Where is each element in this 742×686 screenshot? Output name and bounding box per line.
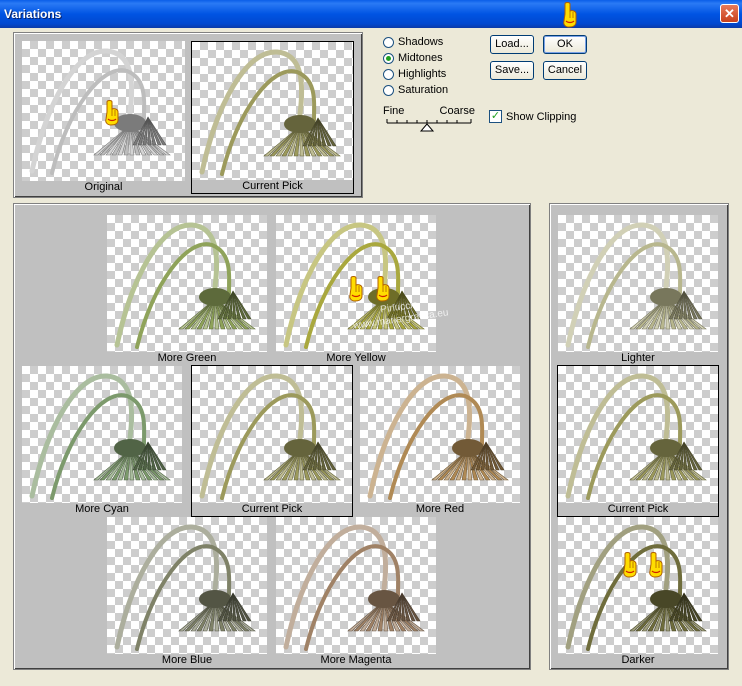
window-title: Variations [4, 7, 62, 21]
title-bar: Variations ✕ [0, 0, 742, 28]
radio-saturation[interactable]: Saturation [383, 82, 448, 98]
flower-image [565, 222, 707, 349]
more-red-caption: More Red [360, 503, 520, 516]
flower-image [114, 222, 256, 349]
more-cyan-caption: More Cyan [22, 503, 182, 516]
current-pick-caption-center: Current Pick [192, 503, 352, 516]
more-green-caption: More Green [107, 352, 267, 365]
fine-coarse-slider[interactable]: Fine Coarse [383, 105, 475, 133]
pointing-hand-icon [349, 276, 363, 302]
cancel-button[interactable]: Cancel [543, 61, 587, 80]
radio-indicator[interactable] [383, 84, 394, 96]
flower-image [367, 373, 509, 500]
flower-image [199, 49, 341, 176]
more-magenta-thumb[interactable]: More Magenta [276, 517, 436, 667]
radio-indicator[interactable] [383, 52, 394, 64]
radio-label: Midtones [398, 52, 443, 64]
close-icon: ✕ [724, 6, 735, 21]
pointing-hand-icon [623, 552, 637, 578]
flower-image [283, 524, 425, 651]
more-magenta-caption: More Magenta [276, 654, 436, 667]
flower-image [114, 524, 256, 651]
radio-indicator[interactable] [383, 36, 394, 48]
pointing-hand-icon [649, 552, 663, 578]
ok-button[interactable]: OK [543, 35, 587, 54]
radio-label: Highlights [398, 68, 447, 80]
save-button[interactable]: Save... [490, 61, 534, 80]
show-clipping-label: Show Clipping [506, 110, 577, 123]
current-pick-thumb-top: Current Pick [191, 41, 354, 194]
more-green-thumb[interactable]: More Green [107, 215, 267, 365]
show-clipping-checkbox[interactable]: ✓ Show Clipping [489, 110, 576, 123]
current-pick-caption-right: Current Pick [558, 503, 718, 516]
radio-shadows[interactable]: Shadows [383, 34, 443, 50]
slider-thumb [419, 123, 435, 132]
pointing-hand-icon [563, 2, 577, 28]
flower-image [29, 373, 171, 500]
lighter-caption: Lighter [558, 352, 718, 365]
more-blue-thumb[interactable]: More Blue [107, 517, 267, 667]
darker-caption: Darker [558, 654, 718, 667]
more-yellow-caption: More Yellow [276, 352, 436, 365]
pointing-hand-icon [376, 276, 390, 302]
radio-label: Shadows [398, 36, 444, 48]
close-button[interactable]: ✕ [720, 4, 739, 23]
flower-image [565, 524, 707, 651]
current-pick-caption-top: Current Pick [192, 180, 353, 193]
pointing-hand-icon [105, 100, 119, 126]
radio-highlights[interactable]: Highlights [383, 66, 446, 82]
more-cyan-thumb[interactable]: More Cyan [22, 366, 182, 516]
lighter-thumb[interactable]: Lighter [558, 215, 718, 365]
load-button[interactable]: Load... [490, 35, 534, 54]
flower-image [199, 373, 341, 500]
current-pick-thumb-right: Current Pick [557, 365, 719, 517]
original-caption: Original [22, 181, 185, 194]
darker-thumb[interactable]: Darker [558, 517, 718, 667]
radio-indicator[interactable] [383, 68, 394, 80]
flower-image [565, 373, 707, 500]
slider-track[interactable] [383, 105, 475, 133]
radio-label: Saturation [398, 84, 449, 96]
current-pick-thumb-center: Current Pick [191, 365, 353, 517]
checkbox-indicator[interactable]: ✓ [489, 110, 502, 123]
more-blue-caption: More Blue [107, 654, 267, 667]
more-red-thumb[interactable]: More Red [360, 366, 520, 516]
flower-image [29, 48, 171, 175]
radio-midtones[interactable]: Midtones [383, 50, 443, 66]
